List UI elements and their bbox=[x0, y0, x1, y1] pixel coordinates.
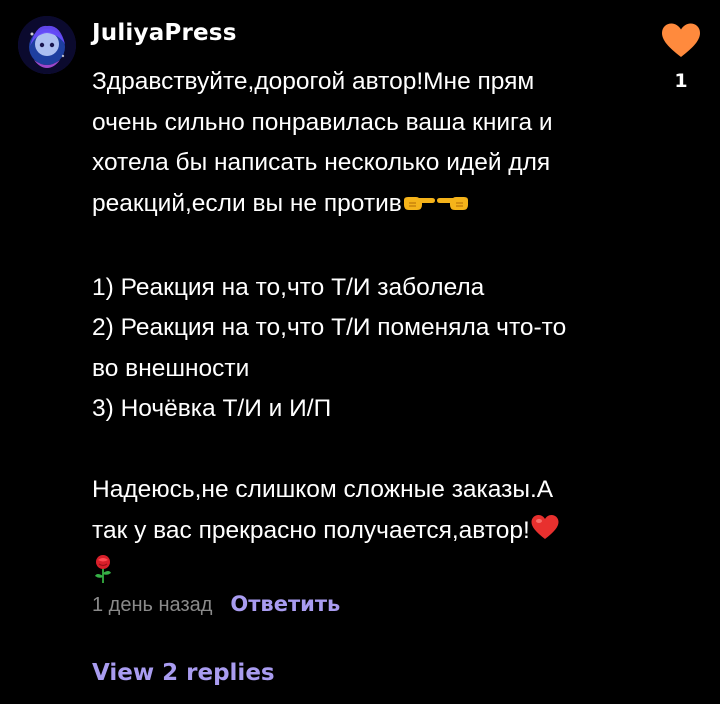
comment-intro-text: Здравствуйте,дорогой автор!Мне прям очен… bbox=[92, 68, 553, 217]
view-replies-button[interactable]: View 2 replies bbox=[92, 660, 275, 686]
like-button[interactable] bbox=[660, 22, 702, 60]
avatar-image bbox=[18, 16, 76, 74]
comment-paragraph-ideas: 1) Реакция на то,что Т/И заболела 2) Реа… bbox=[92, 273, 567, 423]
username[interactable]: JuliyaPress bbox=[92, 20, 237, 46]
comment: JuliyaPress 1 Здравствуйте,дорогой автор… bbox=[0, 0, 720, 704]
pointing-left-hand-icon bbox=[436, 187, 470, 228]
pointing-right-hand-icon bbox=[402, 187, 436, 228]
reply-button[interactable]: Ответить bbox=[230, 592, 340, 616]
avatar[interactable] bbox=[18, 16, 76, 74]
rose-icon bbox=[92, 554, 114, 598]
comment-footer: 1 день назад Ответить bbox=[92, 592, 340, 617]
heart-icon bbox=[662, 23, 700, 57]
comment-paragraph-outro: Надеюсь,не слишком сложные заказы.А так … bbox=[92, 470, 632, 598]
comment-paragraph-intro: Здравствуйте,дорогой автор!Мне прям очен… bbox=[92, 62, 632, 227]
timestamp: 1 день назад bbox=[92, 594, 213, 616]
like-count: 1 bbox=[674, 70, 688, 92]
comment-outro-text: Надеюсь,не слишком сложные заказы.А так … bbox=[92, 476, 554, 544]
comment-text: Здравствуйте,дорогой автор!Мне прям очен… bbox=[92, 62, 632, 598]
red-heart-icon bbox=[530, 514, 560, 555]
